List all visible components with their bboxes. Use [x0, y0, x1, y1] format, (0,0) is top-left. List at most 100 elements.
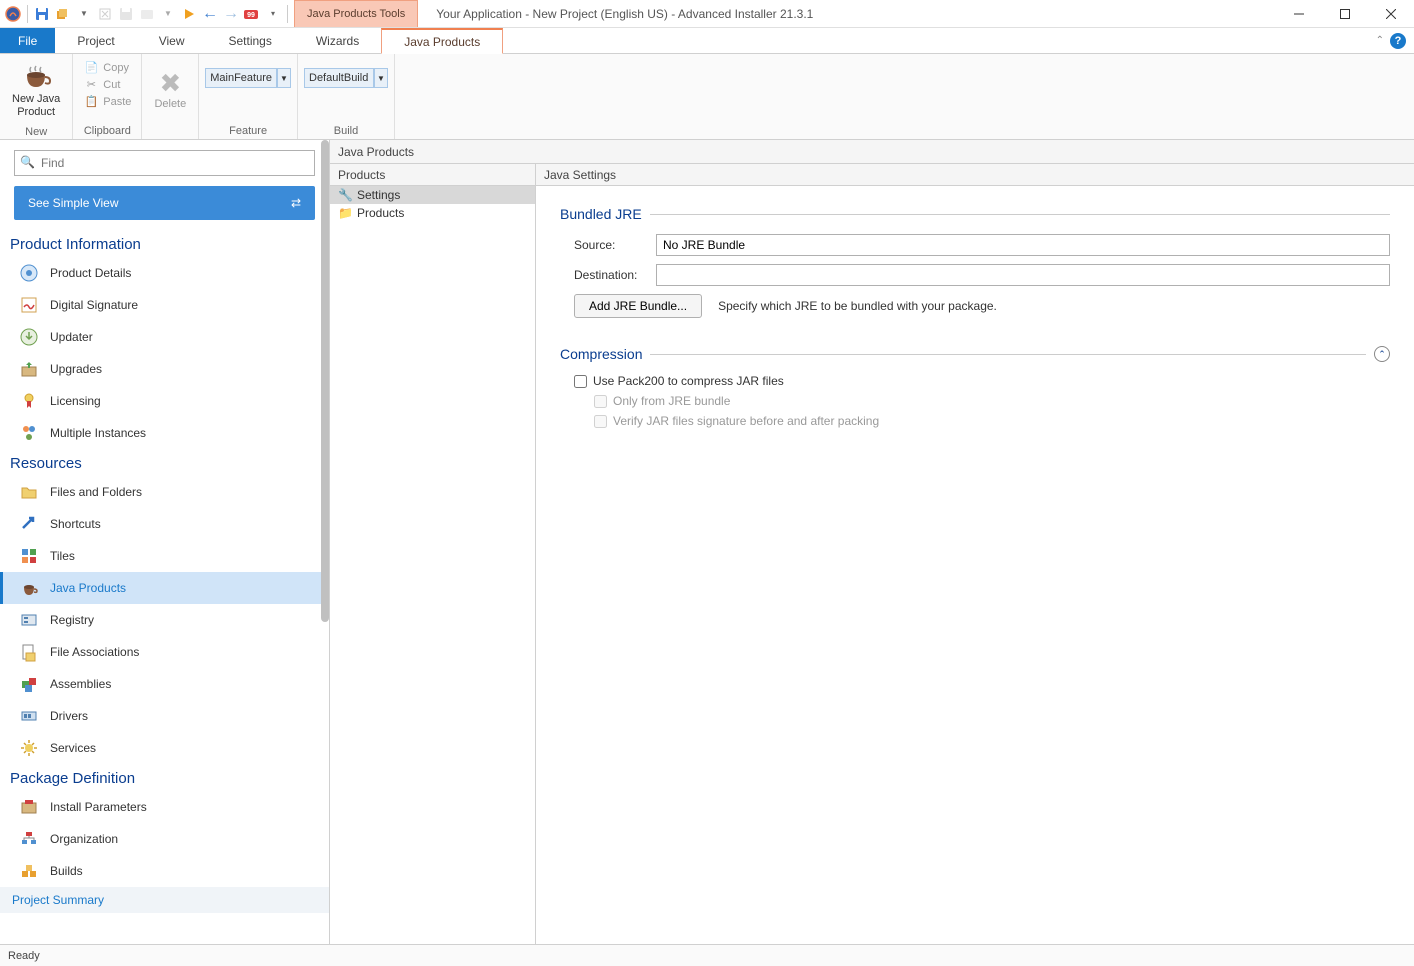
- ribbon-group-label-clipboard: Clipboard: [79, 123, 135, 139]
- project-summary-link[interactable]: Project Summary: [0, 887, 329, 913]
- verify-signature-checkbox: [594, 415, 607, 428]
- tab-wizards[interactable]: Wizards: [294, 28, 381, 53]
- undo-icon[interactable]: [96, 5, 114, 23]
- file-assoc-icon: [18, 641, 40, 663]
- only-jre-label: Only from JRE bundle: [613, 394, 730, 408]
- ribbon-group-label-new: New: [6, 124, 66, 140]
- only-jre-checkbox: [594, 395, 607, 408]
- nav-assemblies[interactable]: Assemblies: [0, 668, 329, 700]
- updater-icon: [18, 326, 40, 348]
- ribbon-group-clipboard: 📄Copy ✂Cut 📋Paste Clipboard: [73, 54, 142, 139]
- drivers-icon: [18, 705, 40, 727]
- upgrades-icon: [18, 358, 40, 380]
- tree-settings[interactable]: 🔧Settings: [330, 186, 535, 204]
- delete-label: Delete: [154, 98, 186, 111]
- source-input[interactable]: [656, 234, 1390, 256]
- signature-icon: [18, 294, 40, 316]
- services-icon: [18, 737, 40, 759]
- folder-icon: [18, 481, 40, 503]
- source-label: Source:: [574, 238, 644, 252]
- tab-view[interactable]: View: [137, 28, 207, 53]
- minimize-button[interactable]: [1276, 0, 1322, 28]
- nav-files-folders[interactable]: Files and Folders: [0, 476, 329, 508]
- build-icon[interactable]: [54, 5, 72, 23]
- app-icon[interactable]: [4, 5, 22, 23]
- product-details-icon: [18, 262, 40, 284]
- nav-multiple-instances[interactable]: Multiple Instances: [0, 417, 329, 449]
- organization-icon: [18, 828, 40, 850]
- main-area: 🔍 See Simple View ⇄ Product Information …: [0, 140, 1414, 944]
- section-resources: Resources: [0, 449, 329, 476]
- ribbon-tabs: File Project View Settings Wizards Java …: [0, 28, 1414, 54]
- section-bundled-jre: Bundled JRE: [560, 206, 1390, 222]
- use-pack200-checkbox[interactable]: [574, 375, 587, 388]
- destination-input[interactable]: [656, 264, 1390, 286]
- folder-small-icon: 📁: [338, 206, 352, 220]
- nav-updater[interactable]: Updater: [0, 321, 329, 353]
- nav-product-details[interactable]: Product Details: [0, 257, 329, 289]
- cut-button[interactable]: ✂Cut: [79, 77, 135, 92]
- nav-registry[interactable]: Registry: [0, 604, 329, 636]
- feature-combo[interactable]: MainFeature: [205, 68, 277, 88]
- nav-tiles[interactable]: Tiles: [0, 540, 329, 572]
- nav-java-products[interactable]: Java Products: [0, 572, 329, 604]
- nav-shortcuts[interactable]: Shortcuts: [0, 508, 329, 540]
- close-button[interactable]: [1368, 0, 1414, 28]
- window-controls: [1276, 0, 1414, 27]
- center-panel: Java Products Products 🔧Settings 📁Produc…: [330, 140, 1414, 944]
- ribbon-group-new: New Java Product New: [0, 54, 73, 139]
- back-icon[interactable]: ←: [201, 5, 219, 23]
- contextual-tools-tab: Java Products Tools: [294, 0, 418, 27]
- left-navigation: 🔍 See Simple View ⇄ Product Information …: [0, 140, 330, 944]
- nav-organization[interactable]: Organization: [0, 823, 329, 855]
- nav-upgrades[interactable]: Upgrades: [0, 353, 329, 385]
- save-icon[interactable]: [33, 5, 51, 23]
- tab-project[interactable]: Project: [55, 28, 136, 53]
- delete-button[interactable]: ✖ Delete: [148, 58, 192, 124]
- tab-java-products[interactable]: Java Products: [381, 28, 503, 54]
- simple-view-button[interactable]: See Simple View ⇄: [14, 186, 315, 220]
- open-icon[interactable]: [138, 5, 156, 23]
- search-input[interactable]: [14, 150, 315, 176]
- help-icon[interactable]: ?: [1390, 33, 1406, 49]
- collapse-ribbon-icon[interactable]: ⌃: [1376, 35, 1384, 46]
- paste-icon: 📋: [83, 95, 99, 108]
- nav-drivers[interactable]: Drivers: [0, 700, 329, 732]
- status-text: Ready: [8, 950, 40, 962]
- nav-install-parameters[interactable]: Install Parameters: [0, 791, 329, 823]
- status-bar: Ready: [0, 944, 1414, 966]
- nav-digital-signature[interactable]: Digital Signature: [0, 289, 329, 321]
- updates-badge-icon[interactable]: 99: [243, 5, 261, 23]
- new-java-product-button[interactable]: New Java Product: [6, 58, 66, 124]
- tab-settings[interactable]: Settings: [207, 28, 294, 53]
- forward-icon[interactable]: →: [222, 5, 240, 23]
- qat-customize-icon[interactable]: ▾: [264, 5, 282, 23]
- form-panel: Bundled JRE Source: Destination: Add JRE: [536, 186, 1414, 944]
- copy-button[interactable]: 📄Copy: [79, 60, 135, 75]
- ribbon-group-delete: ✖ Delete: [142, 54, 199, 139]
- open-dropdown-icon[interactable]: ▼: [159, 5, 177, 23]
- add-jre-bundle-button[interactable]: Add JRE Bundle...: [574, 294, 702, 318]
- nav-builds[interactable]: Builds: [0, 855, 329, 887]
- new-java-product-label: New Java Product: [12, 93, 60, 119]
- ribbon-group-label-feature: Feature: [205, 123, 291, 139]
- build-combo-dropdown[interactable]: ▼: [374, 68, 388, 88]
- build-dropdown-icon[interactable]: ▼: [75, 5, 93, 23]
- shortcut-icon: [18, 513, 40, 535]
- paste-button[interactable]: 📋Paste: [79, 94, 135, 109]
- collapse-compression-button[interactable]: ⌃: [1374, 346, 1390, 362]
- nav-file-associations[interactable]: File Associations: [0, 636, 329, 668]
- quick-access-toolbar: ▼ ▼ ← → 99 ▾: [0, 0, 294, 27]
- run-icon[interactable]: [180, 5, 198, 23]
- scrollbar-thumb[interactable]: [321, 140, 329, 622]
- instances-icon: [18, 422, 40, 444]
- maximize-button[interactable]: [1322, 0, 1368, 28]
- java-icon: [18, 577, 40, 599]
- nav-services[interactable]: Services: [0, 732, 329, 764]
- tab-file[interactable]: File: [0, 28, 55, 53]
- tree-products[interactable]: 📁Products: [330, 204, 535, 222]
- nav-licensing[interactable]: Licensing: [0, 385, 329, 417]
- section-compression: Compression ⌃: [560, 346, 1390, 362]
- feature-combo-dropdown[interactable]: ▼: [277, 68, 291, 88]
- build-combo[interactable]: DefaultBuild: [304, 68, 374, 88]
